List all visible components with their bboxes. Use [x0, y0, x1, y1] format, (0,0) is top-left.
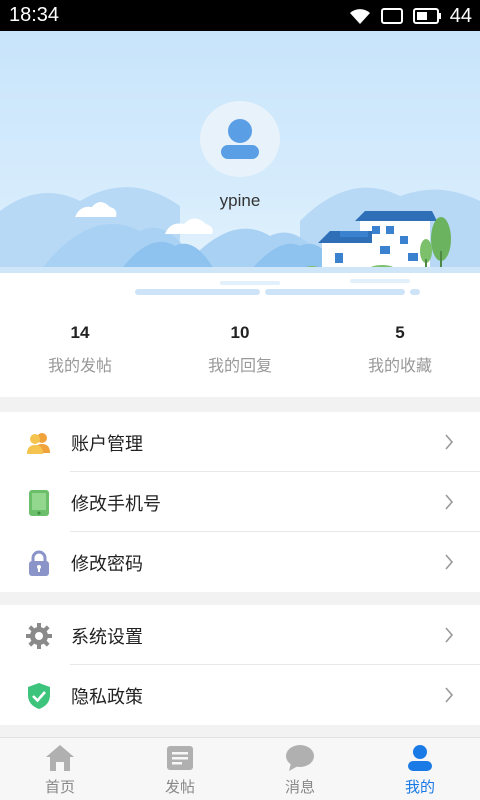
stats-row: 14 我的发帖 10 我的回复 5 我的收藏 — [0, 301, 480, 397]
phone-icon — [29, 490, 49, 516]
stat-count: 5 — [395, 323, 405, 342]
chevron-right-icon — [445, 687, 454, 703]
menu-item-privacy-policy[interactable]: 隐私政策 — [0, 665, 480, 725]
tab-profile[interactable]: 我的 — [360, 738, 480, 800]
stat-favorites[interactable]: 5 我的收藏 — [320, 323, 480, 376]
bottom-tab-bar: 首页 发帖 消息 我的 — [0, 737, 480, 800]
tab-label: 发帖 — [164, 778, 195, 796]
battery-level: 44 — [449, 4, 472, 27]
chevron-right-icon — [445, 627, 454, 643]
menu-label: 修改密码 — [71, 554, 143, 575]
chevron-right-icon — [445, 554, 454, 570]
chevron-right-icon — [445, 434, 454, 450]
stat-posts[interactable]: 14 我的发帖 — [0, 323, 160, 376]
menu-label: 隐私政策 — [71, 687, 143, 708]
stat-label: 我的发帖 — [47, 356, 112, 375]
shield-check-icon — [28, 683, 50, 709]
profile-header: ypine — [0, 31, 480, 301]
menu-label: 账户管理 — [71, 434, 143, 455]
tab-label: 消息 — [284, 778, 315, 796]
stat-replies[interactable]: 10 我的回复 — [160, 323, 320, 376]
message-icon — [286, 745, 314, 771]
user-avatar-icon — [221, 119, 259, 159]
wifi-icon — [349, 9, 370, 24]
battery-icon — [412, 8, 441, 24]
gear-icon — [26, 623, 52, 649]
users-icon — [27, 433, 50, 454]
menu-group-account: 账户管理 修改手机号 修改密码 — [0, 412, 480, 592]
status-icons: 44 — [348, 5, 472, 27]
menu-group-system: 系统设置 隐私政策 — [0, 605, 480, 725]
menu-item-account-management[interactable]: 账户管理 — [0, 412, 480, 472]
status-time: 18:34 — [9, 4, 60, 26]
profile-icon — [408, 745, 432, 771]
tab-home[interactable]: 首页 — [0, 738, 120, 800]
status-bar: 18:34 44 — [0, 0, 480, 31]
stat-label: 我的收藏 — [367, 356, 432, 375]
lock-icon — [29, 550, 49, 576]
tab-post[interactable]: 发帖 — [120, 738, 240, 800]
menu-item-system-settings[interactable]: 系统设置 — [0, 605, 480, 665]
menu-label: 修改手机号 — [71, 494, 161, 515]
menu-item-change-phone[interactable]: 修改手机号 — [0, 472, 480, 532]
screen-rotation-icon — [380, 8, 403, 24]
tab-label: 首页 — [44, 778, 75, 796]
menu-item-change-password[interactable]: 修改密码 — [0, 532, 480, 592]
username: ypine — [219, 191, 261, 210]
home-icon — [46, 745, 74, 771]
menu-label: 系统设置 — [71, 627, 143, 648]
tab-label: 我的 — [404, 778, 435, 796]
stat-label: 我的回复 — [207, 356, 272, 375]
chevron-right-icon — [445, 494, 454, 510]
avatar[interactable] — [200, 101, 280, 177]
post-icon — [167, 746, 193, 770]
tab-messages[interactable]: 消息 — [240, 738, 360, 800]
stat-count: 14 — [70, 323, 90, 342]
stat-count: 10 — [230, 323, 250, 342]
